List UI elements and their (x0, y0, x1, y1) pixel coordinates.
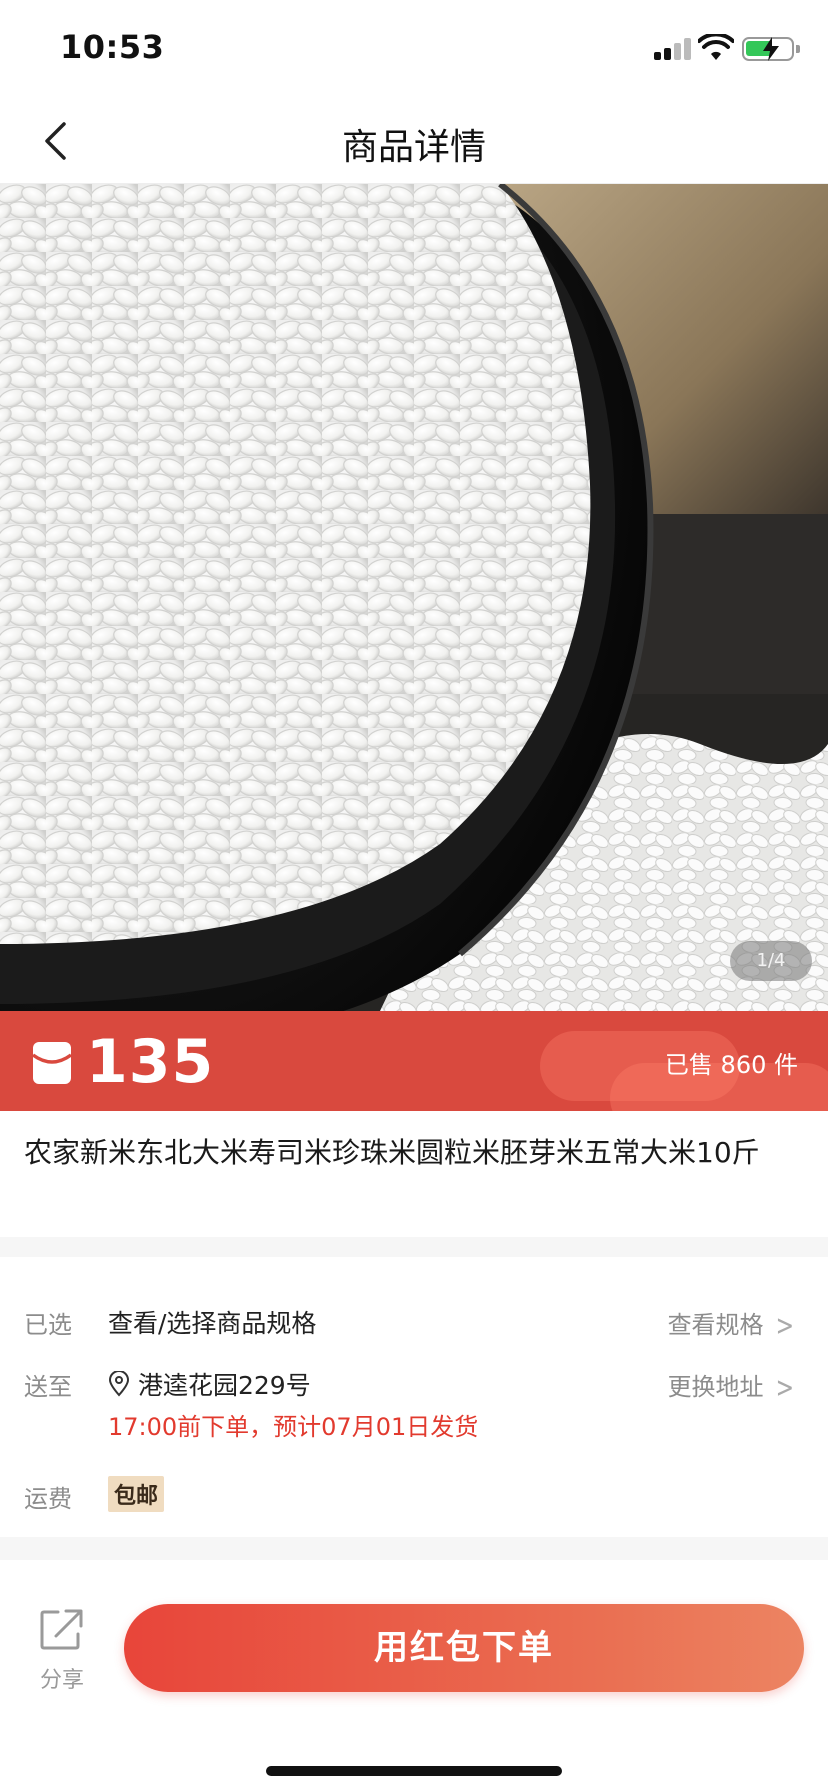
spec-section: 已选 查看/选择商品规格 查看规格 > 送至 港逵花园229号 更换地址 > 17:… (0, 1257, 828, 1537)
ship-to-label: 送至 (24, 1373, 72, 1401)
status-time: 10:53 (60, 28, 165, 66)
nav-bar: 商品详情 (0, 96, 828, 184)
red-envelope-icon (32, 1042, 72, 1084)
image-counter: 1/4 (730, 941, 812, 981)
wifi-icon (698, 34, 734, 60)
status-bar: 10:53 (0, 0, 828, 96)
home-indicator (266, 1766, 562, 1776)
sold-count: 已售 860 件 (664, 1051, 798, 1079)
share-label: 分享 (40, 1668, 85, 1693)
cellular-signal-icon (654, 38, 694, 60)
selected-label: 已选 (24, 1311, 72, 1339)
share-icon (40, 1609, 83, 1650)
product-title: 农家新米东北大米寿司米珍珠米圆粒米胚芽米五常大米10斤 (24, 1136, 760, 1169)
ship-address[interactable]: 港逵花园229号 (108, 1366, 311, 1402)
order-with-redpacket-button[interactable]: 用红包下单 (124, 1604, 804, 1692)
shipping-fee-label: 运费 (24, 1485, 72, 1513)
product-photo-rice (0, 184, 828, 1011)
bottom-action-bar: 分享 用红包下单 (0, 1560, 828, 1792)
location-pin-icon (108, 1371, 130, 1397)
price-bar: 135 已售 860 件 (0, 1011, 828, 1111)
product-image-carousel[interactable]: 1/4 (0, 184, 828, 1011)
change-address-label: 更换地址 (667, 1373, 764, 1401)
chevron-right-icon: > (775, 1372, 794, 1405)
selected-spec-value[interactable]: 查看/选择商品规格 (108, 1304, 316, 1340)
price-amount: 135 (86, 1027, 215, 1097)
section-divider (0, 1237, 828, 1257)
battery-icon (742, 37, 800, 61)
view-spec-link[interactable]: 查看规格 > (667, 1305, 794, 1343)
change-address-link[interactable]: 更换地址 > (667, 1367, 794, 1405)
product-title-block: 农家新米东北大米寿司米珍珠米圆粒米胚芽米五常大米10斤 (0, 1111, 828, 1237)
chevron-right-icon: > (775, 1310, 794, 1343)
section-divider (0, 1537, 828, 1560)
share-button[interactable]: 分享 (40, 1608, 84, 1694)
delivery-estimate: 17:00前下单，预计07月01日发货 (108, 1413, 479, 1441)
page-title: 商品详情 (341, 127, 486, 168)
free-shipping-badge: 包邮 (108, 1476, 165, 1512)
view-spec-label: 查看规格 (667, 1311, 764, 1339)
ship-address-text: 港逵花园229号 (138, 1371, 311, 1400)
